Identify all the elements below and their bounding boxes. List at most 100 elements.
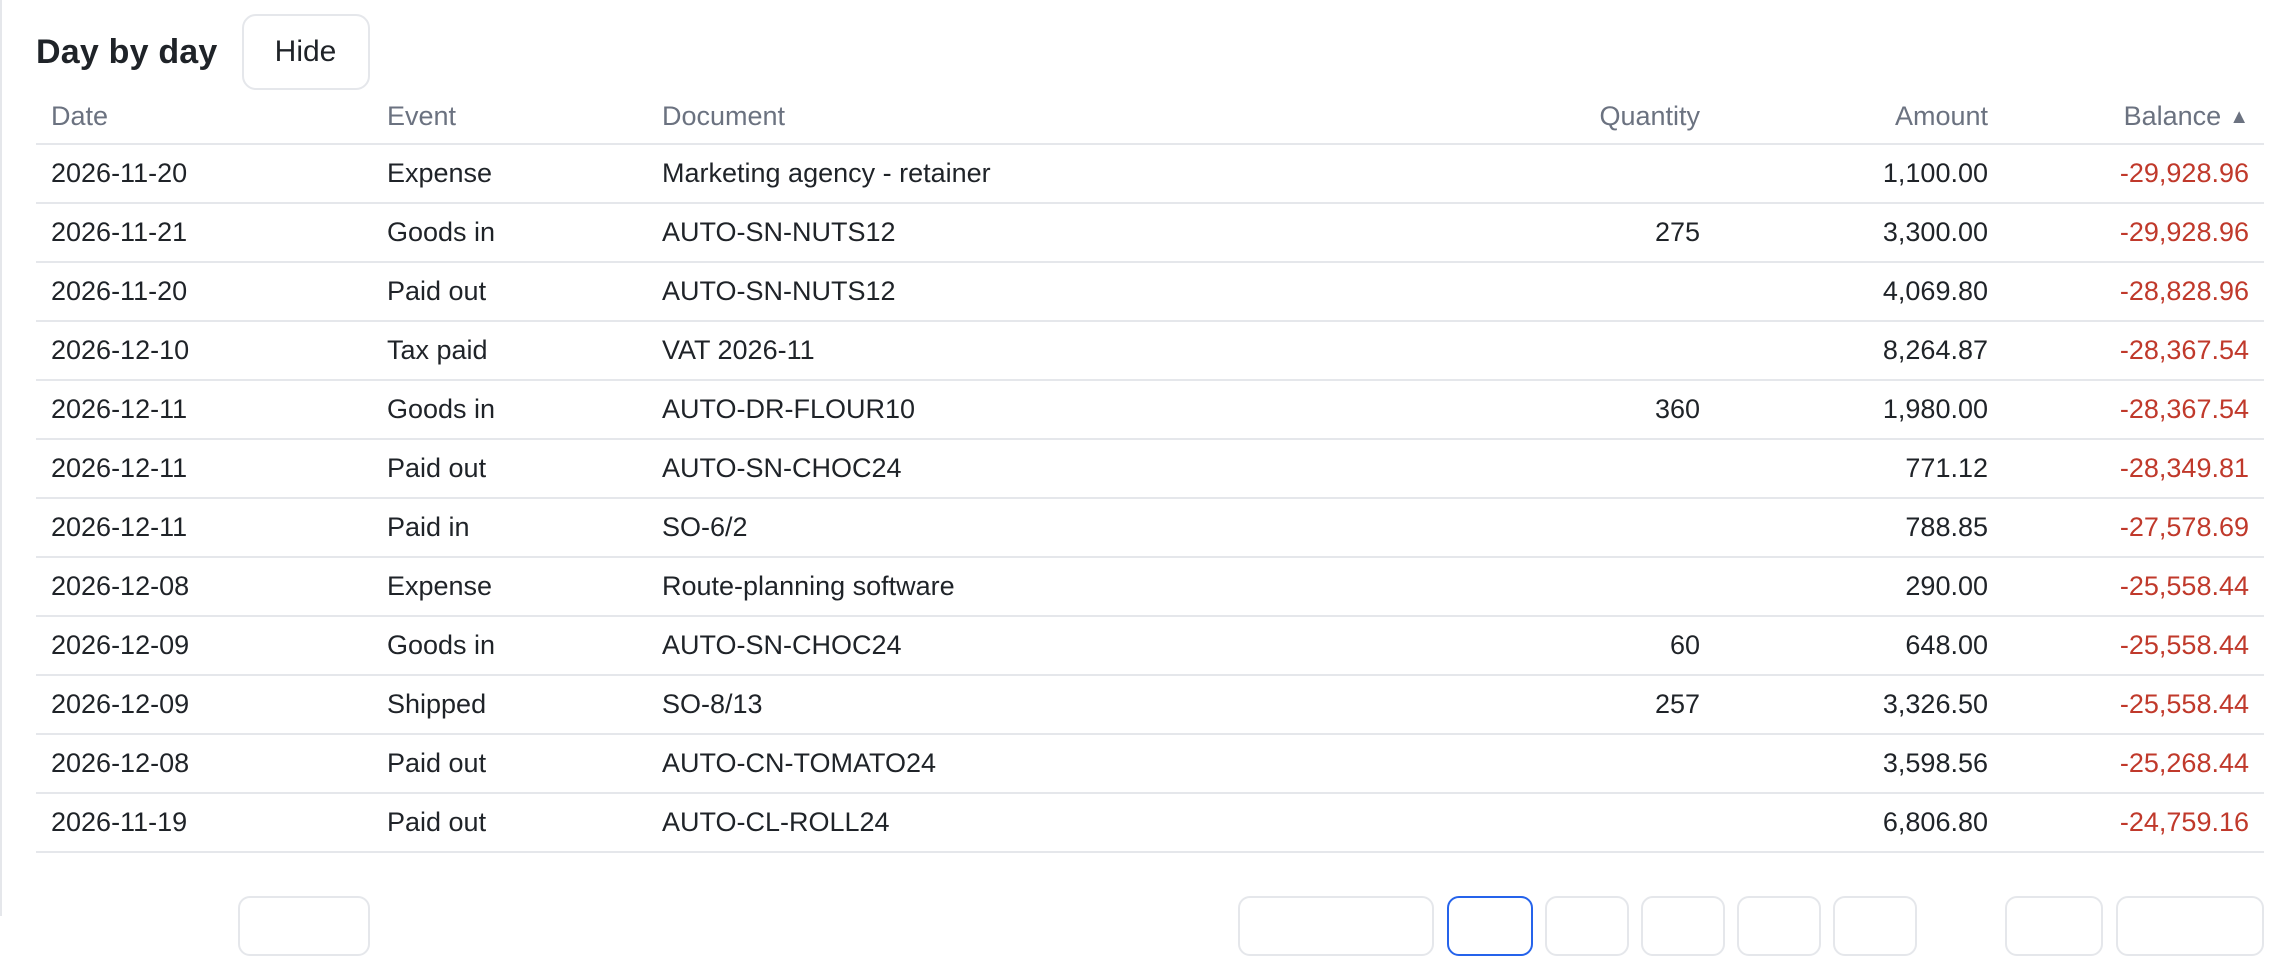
cell-balance: -25,558.44	[2003, 675, 2264, 735]
section-header: Day by day Hide	[36, 12, 370, 92]
cell-quantity: 275	[1428, 203, 1715, 263]
cell-date: 2026-11-20	[36, 144, 372, 204]
cell-balance: -24,759.16	[2003, 793, 2264, 853]
page-button[interactable]	[1737, 896, 1821, 956]
cell-balance: -25,268.44	[2003, 734, 2264, 794]
cell-document: AUTO-SN-NUTS12	[647, 203, 1428, 263]
column-header-amount[interactable]: Amount	[1715, 90, 2003, 145]
cell-balance: -28,349.81	[2003, 439, 2264, 499]
column-header-event[interactable]: Event	[372, 90, 647, 145]
section-title: Day by day	[36, 32, 218, 71]
cell-quantity	[1428, 262, 1715, 322]
cell-amount: 1,100.00	[1715, 144, 2003, 204]
cell-document: AUTO-DR-FLOUR10	[647, 380, 1428, 440]
cell-date: 2026-12-09	[36, 616, 372, 676]
table-row[interactable]: 2026-11-20 Expense Marketing agency - reta…	[36, 144, 2264, 204]
cell-amount: 3,326.50	[1715, 675, 2003, 735]
table-row[interactable]: 2026-12-08 Expense Route-planning software…	[36, 557, 2264, 617]
cell-document: SO-6/2	[647, 498, 1428, 558]
day-by-day-table: Date Event Document Quantity Amount Bala…	[36, 90, 2264, 853]
table-header-row: Date Event Document Quantity Amount Bala…	[36, 90, 2264, 145]
cell-amount: 3,300.00	[1715, 203, 2003, 263]
page-button[interactable]	[1545, 896, 1629, 956]
column-header-date[interactable]: Date	[36, 90, 372, 145]
cell-balance: -25,558.44	[2003, 557, 2264, 617]
cell-date: 2026-11-21	[36, 203, 372, 263]
previous-page-button[interactable]	[1238, 896, 1434, 956]
column-header-balance[interactable]: Balance ▲	[2003, 90, 2264, 145]
cell-amount: 648.00	[1715, 616, 2003, 676]
cell-event: Paid out	[372, 439, 647, 499]
cell-date: 2026-11-20	[36, 262, 372, 322]
table-row[interactable]: 2026-12-09 Goods in AUTO-SN-CHOC24 60 648.00…	[36, 616, 2264, 676]
cell-amount: 771.12	[1715, 439, 2003, 499]
cell-event: Goods in	[372, 380, 647, 440]
cell-balance: -28,367.54	[2003, 380, 2264, 440]
table-row[interactable]: 2026-12-09 Shipped SO-8/13 257 3,326.50 -25,5…	[36, 675, 2264, 735]
cell-document: AUTO-SN-CHOC24	[647, 616, 1428, 676]
cell-document: SO-8/13	[647, 675, 1428, 735]
cell-quantity	[1428, 793, 1715, 853]
cell-event: Tax paid	[372, 321, 647, 381]
table-row[interactable]: 2026-11-20 Paid out AUTO-SN-NUTS12 4,069.80…	[36, 262, 2264, 322]
cell-event: Paid out	[372, 262, 647, 322]
table-row[interactable]: 2026-12-11 Paid out AUTO-SN-CHOC24 771.12 -2…	[36, 439, 2264, 499]
table-row[interactable]: 2026-12-11 Goods in AUTO-DR-FLOUR10 360 1,98…	[36, 380, 2264, 440]
hide-button[interactable]: Hide	[241, 14, 370, 90]
cell-amount: 4,069.80	[1715, 262, 2003, 322]
cell-quantity	[1428, 498, 1715, 558]
table-row[interactable]: 2026-12-08 Paid out AUTO-CN-TOMATO24 3,598.…	[36, 734, 2264, 794]
cell-quantity	[1428, 734, 1715, 794]
page-button[interactable]	[1641, 896, 1725, 956]
cell-document: AUTO-CL-ROLL24	[647, 793, 1428, 853]
table-row[interactable]: 2026-12-10 Tax paid VAT 2026-11 8,264.87 -28…	[36, 321, 2264, 381]
next-page-button[interactable]	[2116, 896, 2264, 956]
day-by-day-panel: Day by day Hide Date Event Document Quan…	[0, 0, 2296, 956]
column-header-balance-label: Balance	[2123, 101, 2222, 131]
page-button-last[interactable]	[2005, 896, 2103, 956]
cell-event: Goods in	[372, 616, 647, 676]
sort-ascending-icon: ▲	[2229, 106, 2249, 128]
table-row[interactable]: 2026-11-21 Goods in AUTO-SN-NUTS12 275 3,300…	[36, 203, 2264, 263]
cell-quantity: 60	[1428, 616, 1715, 676]
cell-event: Shipped	[372, 675, 647, 735]
cell-balance: -25,558.44	[2003, 616, 2264, 676]
cell-date: 2026-12-09	[36, 675, 372, 735]
cell-quantity	[1428, 321, 1715, 381]
cell-date: 2026-12-08	[36, 557, 372, 617]
cell-date: 2026-12-11	[36, 498, 372, 558]
cell-document: Route-planning software	[647, 557, 1428, 617]
cell-quantity	[1428, 557, 1715, 617]
table-row[interactable]: 2026-12-11 Paid in SO-6/2 788.85 -27,578.69	[36, 498, 2264, 558]
cell-document: AUTO-SN-CHOC24	[647, 439, 1428, 499]
table-row[interactable]: 2026-11-19 Paid out AUTO-CL-ROLL24 6,806.80…	[36, 793, 2264, 853]
cell-amount: 8,264.87	[1715, 321, 2003, 381]
cell-document: VAT 2026-11	[647, 321, 1428, 381]
page-button-current[interactable]	[1447, 896, 1533, 956]
cell-event: Goods in	[372, 203, 647, 263]
cell-event: Paid in	[372, 498, 647, 558]
cell-balance: -29,928.96	[2003, 203, 2264, 263]
cell-quantity: 360	[1428, 380, 1715, 440]
cell-document: AUTO-CN-TOMATO24	[647, 734, 1428, 794]
page-size-select[interactable]	[238, 896, 370, 956]
cell-date: 2026-11-19	[36, 793, 372, 853]
cell-quantity	[1428, 439, 1715, 499]
cell-balance: -27,578.69	[2003, 498, 2264, 558]
page-button[interactable]	[1833, 896, 1917, 956]
cell-quantity	[1428, 144, 1715, 204]
cell-document: AUTO-SN-NUTS12	[647, 262, 1428, 322]
cell-amount: 290.00	[1715, 557, 2003, 617]
cell-quantity: 257	[1428, 675, 1715, 735]
cell-amount: 3,598.56	[1715, 734, 2003, 794]
cell-date: 2026-12-11	[36, 439, 372, 499]
cell-event: Expense	[372, 144, 647, 204]
cell-date: 2026-12-11	[36, 380, 372, 440]
cell-balance: -29,928.96	[2003, 144, 2264, 204]
cell-amount: 1,980.00	[1715, 380, 2003, 440]
cell-balance: -28,367.54	[2003, 321, 2264, 381]
column-header-quantity[interactable]: Quantity	[1428, 90, 1715, 145]
cell-balance: -28,828.96	[2003, 262, 2264, 322]
cell-amount: 6,806.80	[1715, 793, 2003, 853]
column-header-document[interactable]: Document	[647, 90, 1428, 145]
